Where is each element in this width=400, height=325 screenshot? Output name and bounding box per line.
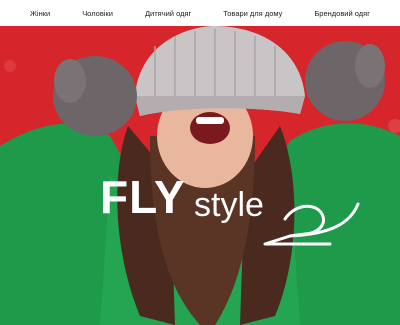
- nav-item-kids[interactable]: Дитячий одяг: [145, 9, 191, 18]
- flystyle-logo: FLY style: [100, 174, 370, 284]
- top-navigation: Жінки Чоловіки Дитячий одяг Товари для д…: [0, 0, 400, 26]
- hanger-icon: [263, 202, 360, 246]
- nav-item-men[interactable]: Чоловіки: [82, 9, 113, 18]
- hero-banner[interactable]: FLY style: [0, 26, 400, 325]
- nav-item-women[interactable]: Жінки: [30, 9, 50, 18]
- nav-item-home-goods[interactable]: Товари для дому: [223, 9, 282, 18]
- nav-item-brand-clothing[interactable]: Брендовий одяг: [314, 9, 370, 18]
